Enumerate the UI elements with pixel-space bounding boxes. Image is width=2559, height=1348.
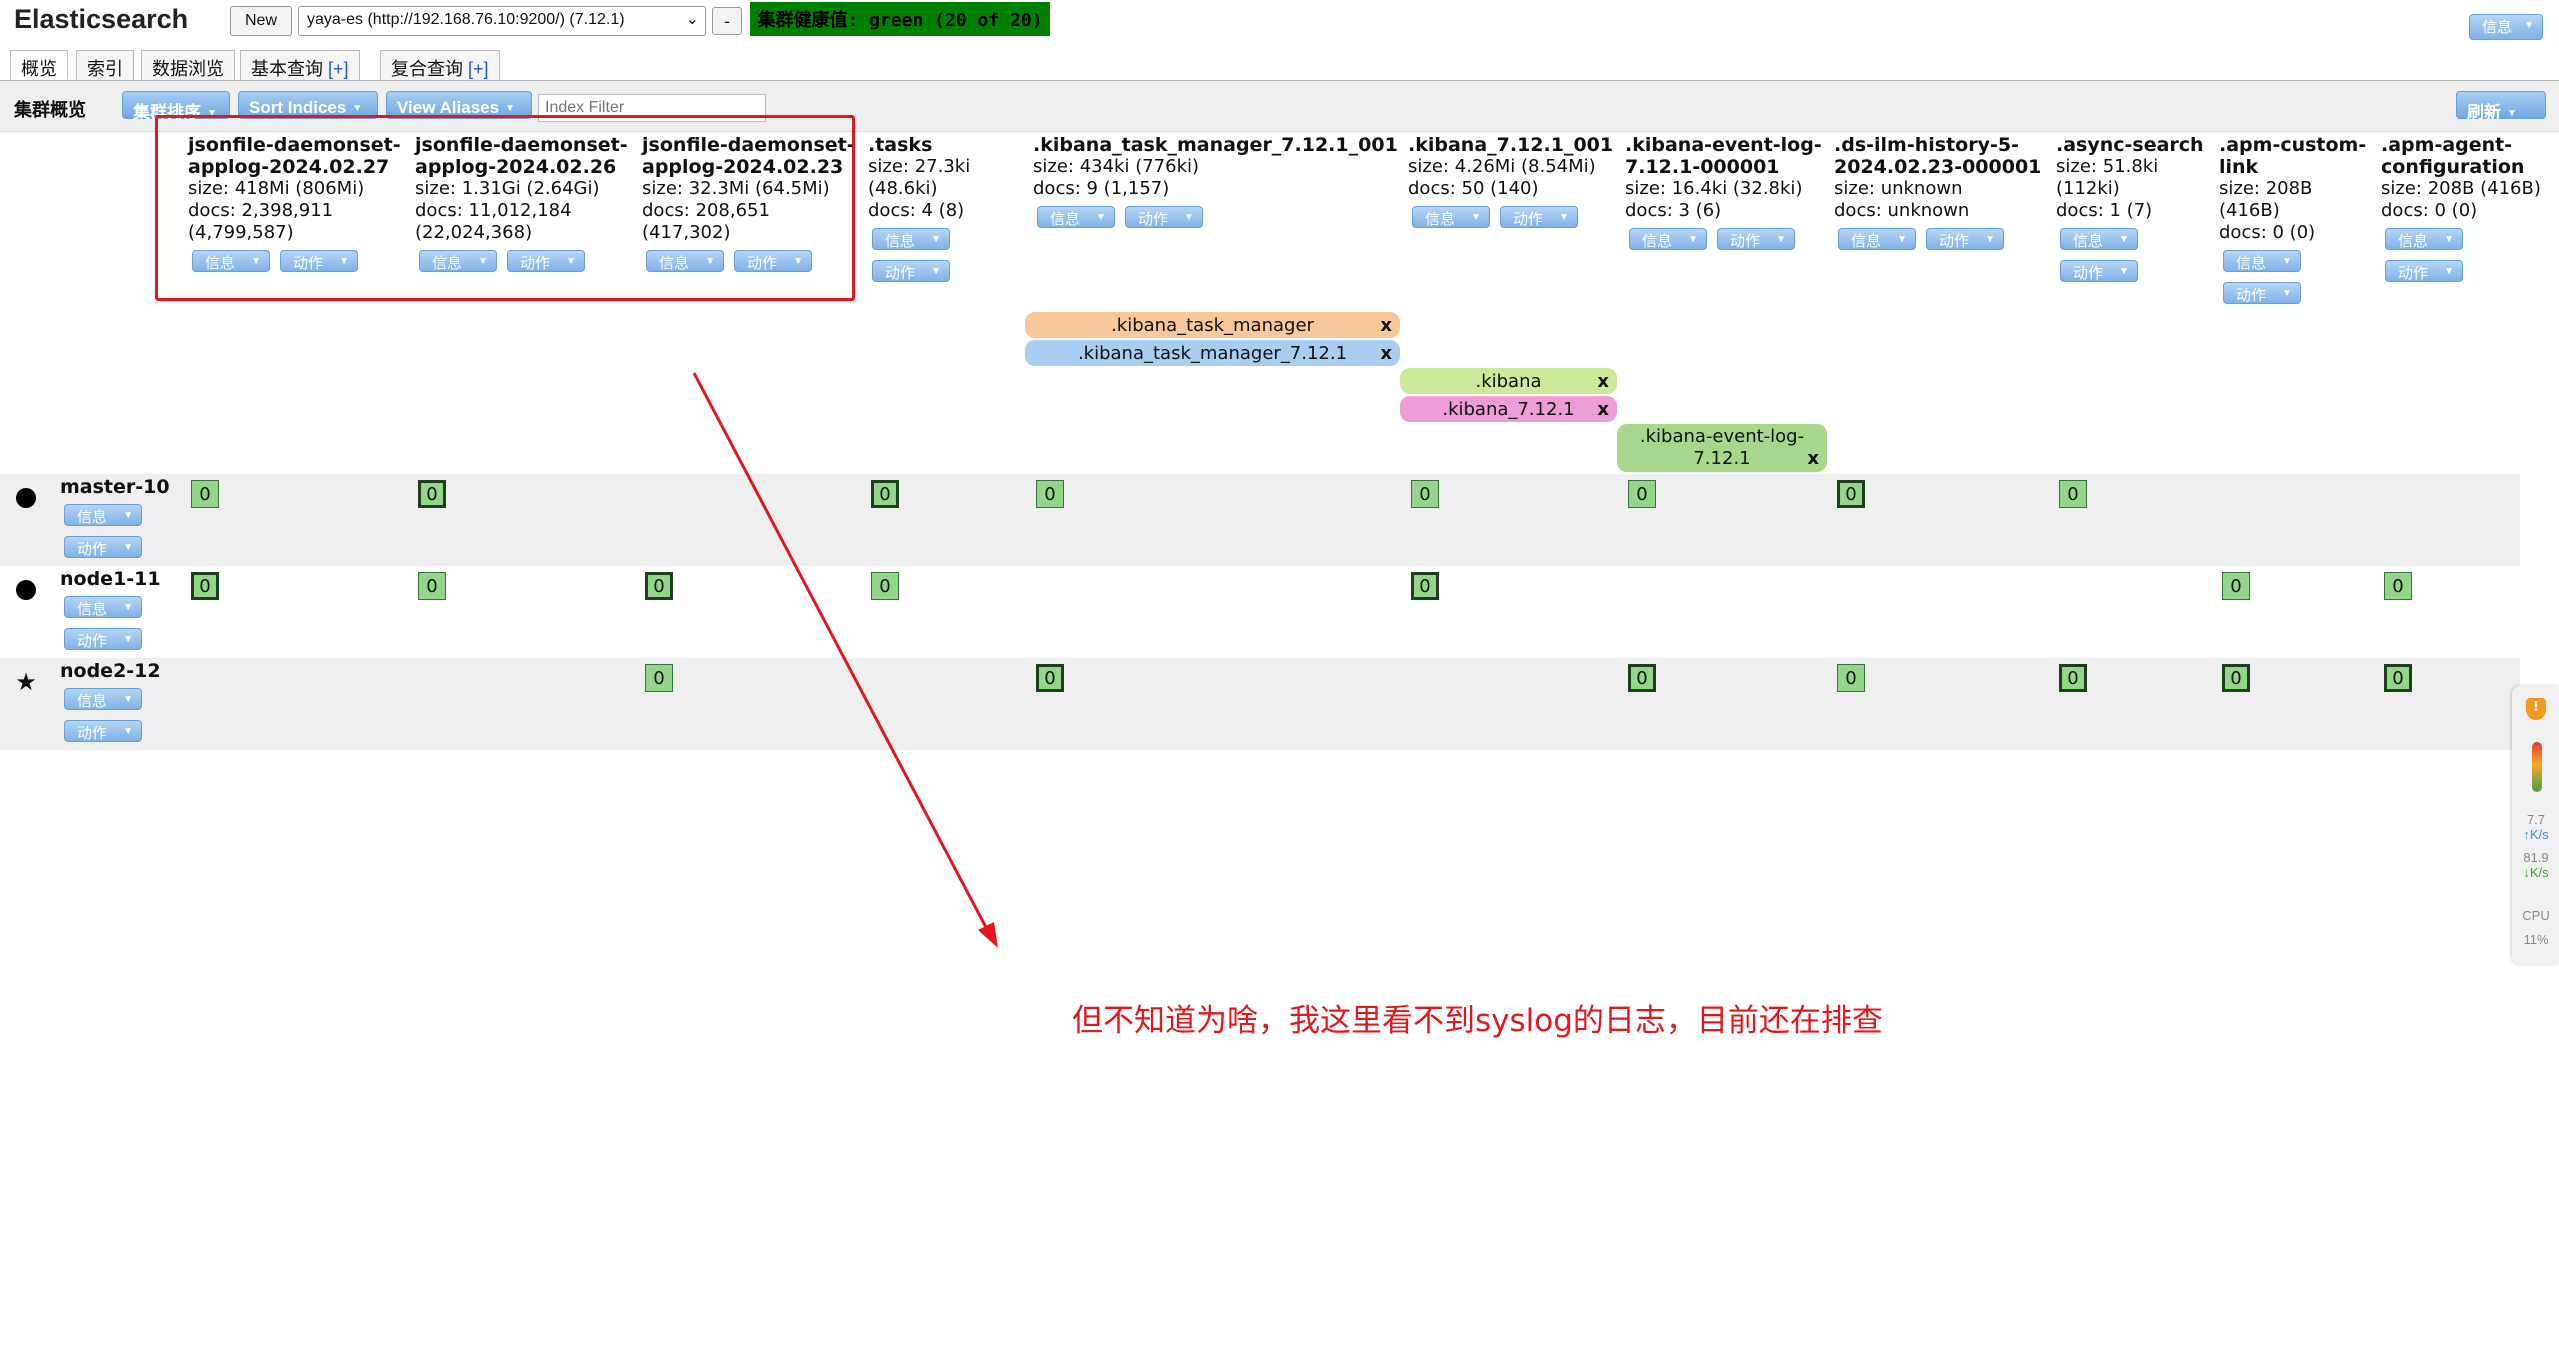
annotation-text: 但不知道为啥，我这里看不到syslog的日志，目前还在排查 (1072, 1003, 1883, 1039)
shield-icon: ! (2526, 698, 2546, 720)
download-unit-label: K/s (2529, 865, 2549, 880)
load-gauge (2532, 742, 2542, 792)
annotation-arrow (692, 372, 998, 948)
download-speed: 81.9 (2523, 850, 2549, 865)
cpu-label: CPU (2522, 908, 2550, 923)
cpu-value: 11% (2523, 932, 2549, 947)
upload-unit: ↑K/s (2523, 827, 2549, 842)
download-unit: ↓K/s (2523, 865, 2549, 880)
upload-speed: 7.7 (2526, 812, 2546, 827)
upload-unit-label: K/s (2529, 827, 2549, 842)
